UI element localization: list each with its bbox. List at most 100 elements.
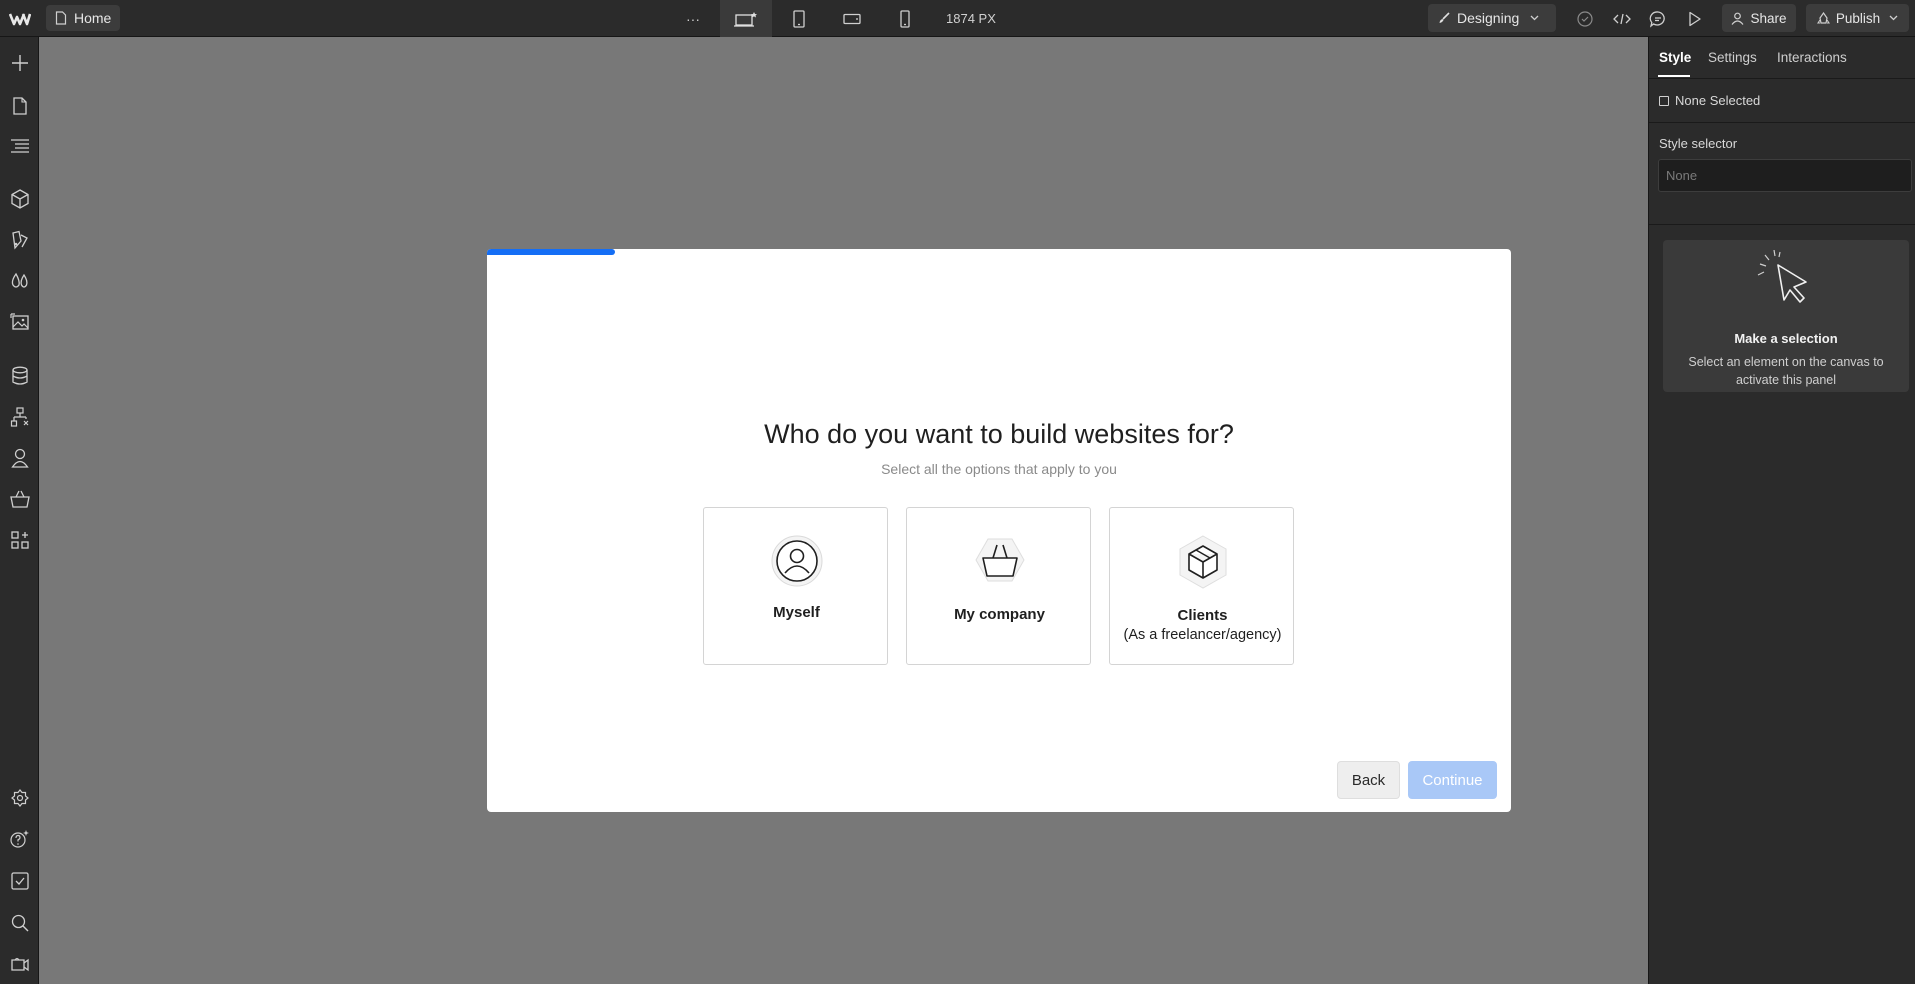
- webflow-logo-icon[interactable]: [0, 0, 39, 37]
- user-icon: [1732, 12, 1744, 25]
- tab-style[interactable]: Style: [1659, 50, 1691, 65]
- divider: [1649, 224, 1915, 225]
- mode-dropdown[interactable]: Designing: [1428, 4, 1556, 32]
- basket-icon: [9, 490, 30, 508]
- tablet-icon: [793, 9, 805, 28]
- style-selector-input[interactable]: None: [1658, 159, 1912, 192]
- navigator-button[interactable]: [0, 129, 39, 163]
- option-label: Myself: [773, 604, 820, 621]
- page-selector[interactable]: Home: [46, 5, 121, 31]
- option-clients[interactable]: Clients (As a freelancer/agency): [1109, 507, 1294, 665]
- search-button[interactable]: [0, 906, 39, 940]
- tasks-button[interactable]: [0, 864, 39, 898]
- breakpoint-desktop-button[interactable]: [720, 0, 772, 37]
- modal-subtitle: Select all the options that apply to you: [881, 461, 1117, 477]
- video-tutorials-button[interactable]: [0, 947, 39, 981]
- check-circle-icon: [1577, 10, 1593, 27]
- style-selector-label: Style selector: [1659, 136, 1738, 151]
- tab-settings[interactable]: Settings: [1708, 50, 1757, 65]
- users-button[interactable]: [0, 441, 39, 475]
- component-box-icon: [10, 189, 29, 209]
- apps-button[interactable]: [0, 523, 39, 557]
- plus-icon: [11, 55, 28, 71]
- assets-button[interactable]: [0, 305, 39, 339]
- logic-button[interactable]: [0, 400, 39, 434]
- right-panel: Style Settings Interactions None Selecte…: [1648, 37, 1915, 984]
- add-elements-button[interactable]: [0, 46, 39, 80]
- play-icon: [1689, 11, 1701, 26]
- desktop-star-icon: [734, 11, 757, 27]
- chevron-down-icon: [1889, 15, 1898, 21]
- option-myself[interactable]: Myself: [703, 507, 888, 665]
- variables-button[interactable]: [0, 223, 39, 257]
- components-button[interactable]: [0, 182, 39, 216]
- tab-interactions[interactable]: Interactions: [1777, 50, 1847, 65]
- onboarding-modal: Who do you want to build websites for? S…: [487, 249, 1511, 812]
- ecommerce-button[interactable]: [0, 482, 39, 516]
- video-icon: [10, 957, 29, 972]
- publish-button[interactable]: Publish: [1806, 4, 1909, 32]
- panel-tabs: Style Settings Interactions: [1649, 37, 1915, 79]
- left-sidebar: [0, 37, 39, 984]
- database-icon: [11, 366, 28, 385]
- selection-label: None Selected: [1675, 93, 1761, 108]
- code-export-button[interactable]: [1607, 0, 1637, 37]
- page-icon: [55, 11, 67, 25]
- preview-button[interactable]: [1680, 0, 1710, 37]
- cms-button[interactable]: [0, 359, 39, 393]
- search-icon: [11, 914, 28, 932]
- empty-selection-card: Make a selection Select an element on th…: [1663, 240, 1909, 392]
- empty-description: Select an element on the canvas to activ…: [1688, 355, 1884, 387]
- drops-icon: [11, 272, 28, 288]
- modal-title: Who do you want to build websites for?: [764, 419, 1234, 449]
- publish-label: Publish: [1835, 10, 1881, 26]
- page-icon: [12, 97, 27, 115]
- breakpoint-portrait-button[interactable]: [890, 0, 920, 37]
- continue-button[interactable]: Continue: [1408, 761, 1497, 799]
- more-options-button[interactable]: ···: [680, 0, 706, 37]
- swatch-icon: [11, 230, 28, 250]
- breakpoint-tablet-button[interactable]: [784, 0, 814, 37]
- rocket-icon: [1816, 11, 1830, 24]
- selection-checkbox[interactable]: [1659, 95, 1669, 106]
- settings-button[interactable]: [0, 781, 39, 815]
- breakpoint-landscape-button[interactable]: [837, 0, 867, 37]
- comment-icon: [1649, 10, 1665, 28]
- apps-icon: [10, 531, 29, 549]
- mode-label: Designing: [1457, 10, 1520, 26]
- option-my-company[interactable]: My company: [906, 507, 1091, 665]
- checkbox-icon: [10, 872, 29, 890]
- selection-row: None Selected: [1649, 79, 1915, 123]
- active-tab-indicator: [1658, 75, 1690, 77]
- share-button[interactable]: Share: [1722, 4, 1796, 32]
- progress-bar: [487, 249, 615, 255]
- back-button[interactable]: Back: [1337, 761, 1400, 799]
- cursor-click-icon: [1754, 250, 1818, 310]
- page-name: Home: [74, 10, 112, 26]
- help-button[interactable]: [0, 822, 39, 856]
- style-manager-button[interactable]: [0, 264, 39, 298]
- phone-portrait-icon: [900, 9, 910, 28]
- image-icon: [9, 313, 29, 330]
- option-sublabel: (As a freelancer/agency): [1123, 627, 1282, 643]
- viewport-width: 1874 PX: [946, 11, 996, 26]
- user-icon: [10, 448, 29, 468]
- chevron-down-icon: [1530, 15, 1539, 21]
- top-toolbar: Home ··· 1874 PX Designing Share Publish: [0, 0, 1915, 37]
- comments-button[interactable]: [1643, 0, 1673, 37]
- user-icon: [704, 535, 889, 587]
- phone-landscape-icon: [843, 13, 861, 24]
- pages-button[interactable]: [0, 89, 39, 123]
- gear-icon: [10, 789, 29, 807]
- help-sparkle-icon: [9, 830, 29, 848]
- basket-icon: [907, 535, 1092, 585]
- design-canvas[interactable]: Who do you want to build websites for? S…: [39, 37, 1648, 984]
- share-label: Share: [1750, 10, 1787, 26]
- box-icon: [1110, 535, 1295, 589]
- option-label: My company: [954, 606, 1045, 623]
- empty-title: Make a selection: [1734, 331, 1838, 346]
- audit-check-button[interactable]: [1570, 0, 1600, 37]
- brush-icon: [1439, 12, 1450, 23]
- flow-icon: [10, 407, 28, 427]
- code-icon: [1613, 13, 1631, 24]
